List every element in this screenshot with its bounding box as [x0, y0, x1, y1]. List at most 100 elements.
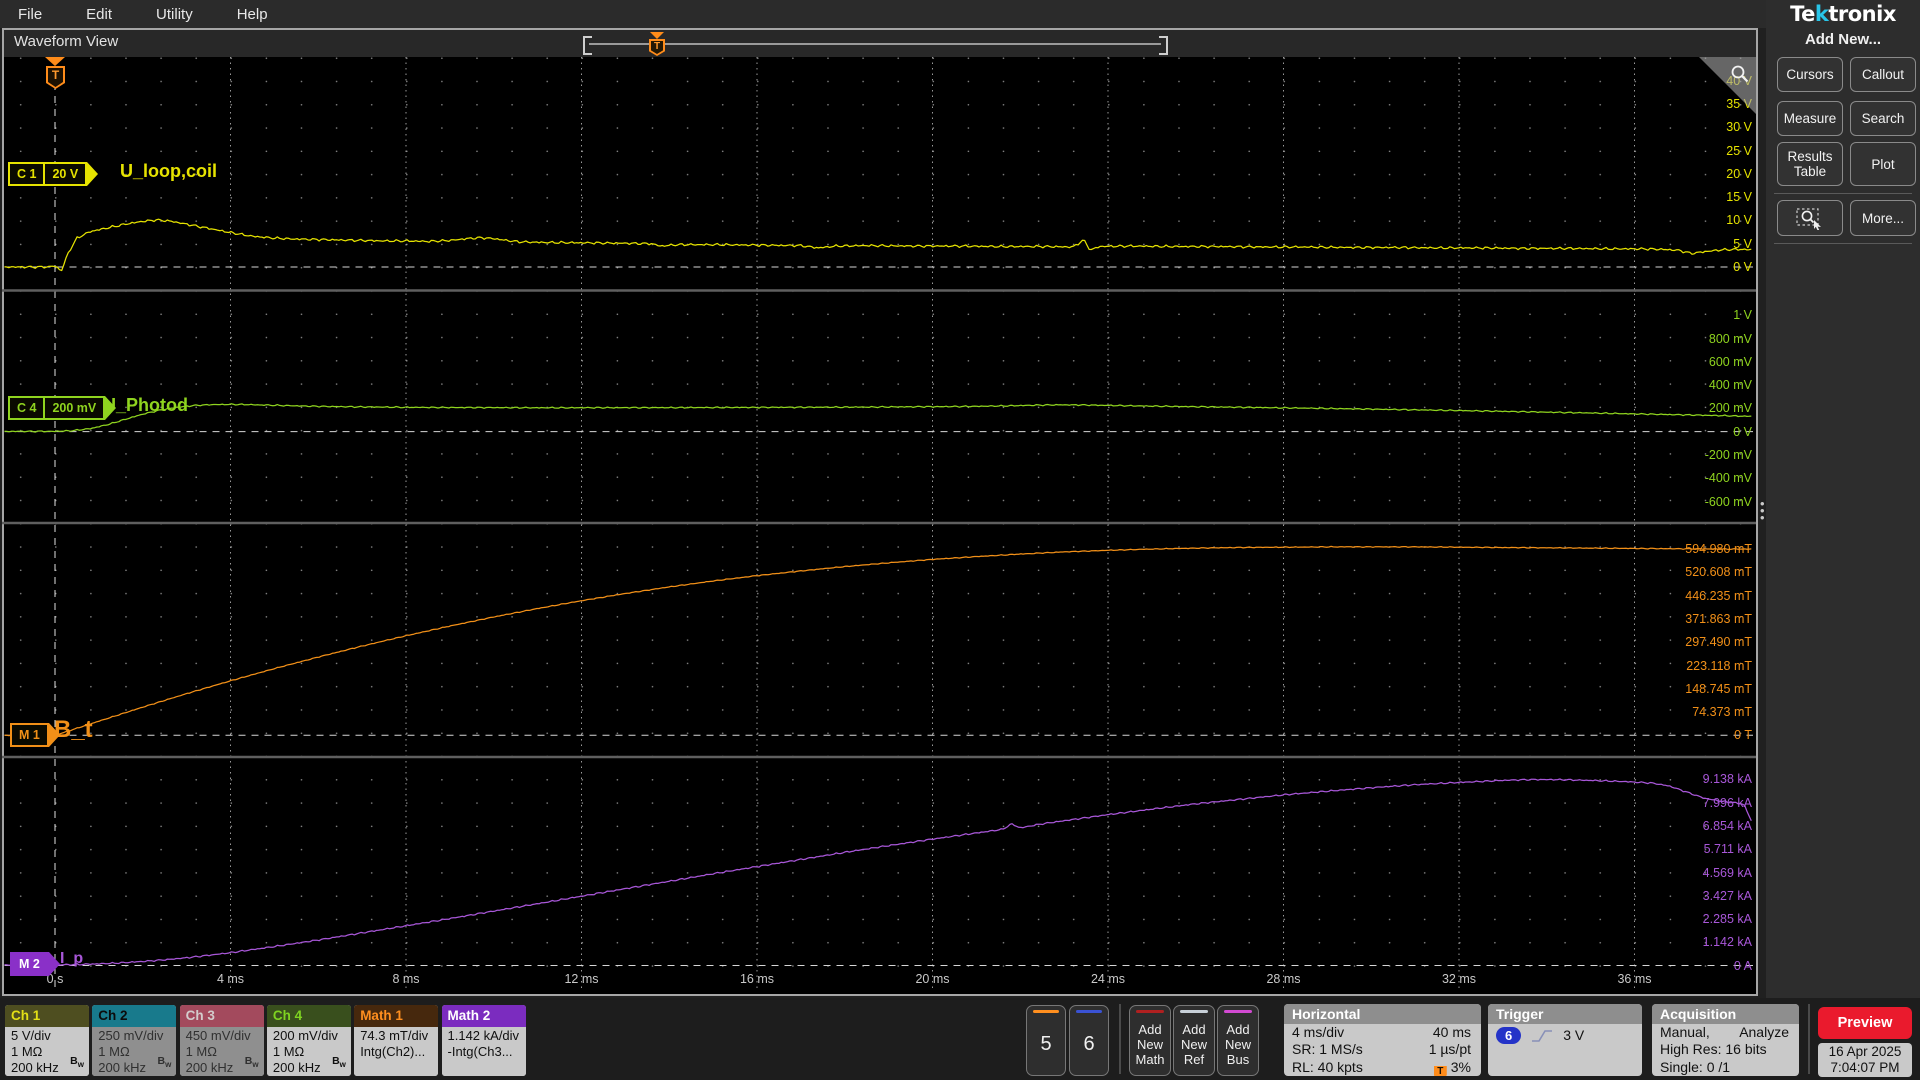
waveform-view-title: Waveform View — [14, 33, 119, 50]
channel-badge-name: Ch 1 — [5, 1005, 89, 1027]
add-math-label: Add New Math — [1135, 1021, 1165, 1067]
m2-badge-label: M 2 — [19, 957, 40, 971]
right-panel: Tektronix Add New... Cursors Callout Mea… — [1766, 0, 1920, 998]
add-new-heading: Add New... — [1804, 31, 1882, 48]
menu-utility[interactable]: Utility — [156, 6, 193, 23]
bandwidth-limit-icon: Bw — [244, 1055, 259, 1070]
panel-resize-handle[interactable]: • • • — [1760, 497, 1765, 524]
channel-badge-math2[interactable]: Math 2 1.142 kA/div -Intg(Ch3... — [441, 1005, 526, 1076]
horizontal-panel[interactable]: Horizontal 4 ms/div 40 ms SR: 1 MS/s 1 µs/… — [1284, 1004, 1481, 1076]
trigger-source-badge: 6 — [1496, 1027, 1522, 1045]
horizontal-scale: 4 ms/div — [1292, 1024, 1345, 1040]
channel-badge-name: Ch 2 — [92, 1005, 177, 1027]
acq-analyze: Analyze — [1739, 1024, 1789, 1040]
acq-single: Single: 0 /1 — [1660, 1058, 1731, 1075]
horizontal-pan-slider[interactable] — [589, 43, 1161, 45]
bandwidth-limit-icon: Bw — [332, 1055, 346, 1070]
c1-badge-arrow — [87, 162, 99, 186]
channel-c4-plot-badge[interactable]: C 4 200 mV — [8, 396, 117, 420]
channel-5-button[interactable]: 5 — [1026, 1005, 1066, 1076]
m2-badge-arrow — [48, 952, 60, 976]
date-text: 16 Apr 2025 — [1828, 1044, 1902, 1059]
cursors-button[interactable]: Cursors — [1777, 57, 1843, 92]
bottom-bar-divider — [1808, 1004, 1810, 1074]
channel-badge-details: 1.142 kA/div -Intg(Ch3... — [441, 1027, 526, 1076]
bottom-bar-divider — [1119, 1004, 1121, 1074]
trigger-pos-icon: T — [1433, 1065, 1447, 1076]
bottom-bar: Ch 15 V/div 1 MΩ 200 kHz Bw Ch 2 250 mV/div 1 … — [0, 998, 1920, 1080]
datetime-display: 16 Apr 2025 7:04:07 PM — [1818, 1043, 1912, 1077]
measure-button[interactable]: Measure — [1777, 101, 1843, 136]
menu-edit[interactable]: Edit — [86, 6, 112, 23]
trace-label-ip: I_p — [60, 950, 84, 967]
acquisition-panel-title: Acquisition — [1652, 1004, 1799, 1024]
math2-plot-badge[interactable]: M 2 — [10, 952, 60, 976]
zoom-select-button[interactable] — [1777, 200, 1843, 236]
trigger-level: 3 V — [1563, 1027, 1585, 1043]
more-button[interactable]: More... — [1850, 200, 1916, 236]
add-new-bus-button[interactable]: Add New Bus — [1217, 1005, 1259, 1076]
slider-trigger-marker-arrow — [650, 32, 664, 39]
add-new-ref-button[interactable]: Add New Ref — [1173, 1005, 1215, 1076]
m1-badge-label: M 1 — [19, 728, 40, 742]
callout-button[interactable]: Callout — [1850, 57, 1916, 92]
menu-bar: File Edit Utility Help — [0, 0, 1782, 28]
panel-separator — [1774, 193, 1912, 194]
menu-help[interactable]: Help — [237, 6, 268, 23]
channel-badge-details: 200 mV/div 1 MΩ 200 kHz Bw — [266, 1027, 351, 1076]
channel-6-label: 6 — [1083, 1032, 1095, 1055]
c4-badge-scale: 200 mV — [43, 398, 103, 418]
channel-6-button[interactable]: 6 — [1069, 1005, 1109, 1076]
acq-highres: High Res: 16 bits — [1660, 1041, 1767, 1058]
trace-label-uloop: U_loop,coil — [120, 161, 218, 181]
add-bus-label: Add New Bus — [1224, 1021, 1251, 1067]
channel-badge-name: Math 1 — [354, 1005, 439, 1027]
channel-badge-details: 450 mV/div 1 MΩ 200 kHz Bw — [179, 1027, 264, 1076]
channel-badge-name: Ch 3 — [179, 1005, 264, 1027]
add-new-math-button[interactable]: Add New Math — [1129, 1005, 1171, 1076]
channel-badge-ch2[interactable]: Ch 2 250 mV/div 1 MΩ 200 kHz Bw — [92, 1005, 177, 1076]
c4-badge-label: C 4 — [17, 401, 37, 415]
bandwidth-limit-icon: Bw — [157, 1055, 172, 1070]
channel-badge-math1[interactable]: Math 1 74.3 mT/div Intg(Ch2)... — [354, 1005, 439, 1076]
bandwidth-limit-icon: Bw — [70, 1055, 84, 1070]
channel-badge-name: Math 2 — [441, 1005, 526, 1027]
plot-button[interactable]: Plot — [1850, 142, 1916, 186]
c1-badge-label: C 1 — [17, 167, 37, 181]
trigger-position-arrow-icon — [45, 57, 65, 66]
menu-file[interactable]: File — [18, 6, 42, 23]
oscilloscope-app: File Edit Utility Help Waveform View T T… — [0, 0, 1920, 1080]
add-ref-label: Add New Ref — [1180, 1021, 1207, 1067]
results-table-button[interactable]: Results Table — [1777, 142, 1843, 186]
slider-left-bracket[interactable] — [583, 36, 592, 55]
tektronix-logo: Tektronix — [1790, 2, 1896, 26]
time-text: 7:04:07 PM — [1830, 1060, 1900, 1075]
zoom-select-icon — [1796, 208, 1821, 230]
horizontal-window: 40 ms — [1432, 1024, 1471, 1040]
horizontal-record-length: RL: 40 kpts — [1292, 1058, 1363, 1075]
channel-badge-ch3[interactable]: Ch 3 450 mV/div 1 MΩ 200 kHz Bw — [179, 1005, 264, 1076]
panel-separator — [1774, 243, 1912, 244]
slider-right-bracket[interactable] — [1159, 36, 1168, 55]
channel-badge-name: Ch 4 — [266, 1005, 351, 1027]
channel-badge-details: 250 mV/div 1 MΩ 200 kHz Bw — [92, 1027, 177, 1076]
channel-c1-plot-badge[interactable]: C 1 20 V — [8, 162, 99, 186]
search-button[interactable]: Search — [1850, 101, 1916, 136]
math1-plot-badge[interactable]: M 1 — [10, 723, 60, 747]
horizontal-resolution: 1 µs/pt — [1428, 1041, 1471, 1058]
trigger-panel-title: Trigger — [1488, 1004, 1642, 1024]
horizontal-panel-title: Horizontal — [1284, 1004, 1481, 1024]
preview-button[interactable]: Preview — [1818, 1007, 1912, 1039]
horizontal-sample-rate: SR: 1 MS/s — [1292, 1041, 1363, 1058]
channel-5-label: 5 — [1040, 1032, 1052, 1055]
channel-badge-ch1[interactable]: Ch 15 V/div 1 MΩ 200 kHz Bw — [5, 1005, 89, 1076]
channel-badge-details: 74.3 mT/div Intg(Ch2)... — [354, 1027, 439, 1076]
c1-badge-scale: 20 V — [43, 164, 85, 184]
acq-mode: Manual, — [1660, 1024, 1710, 1040]
acquisition-panel[interactable]: Acquisition Manual, Analyze High Res: 16 … — [1652, 1004, 1799, 1076]
magnifier-icon — [1731, 65, 1749, 83]
trigger-panel[interactable]: Trigger 6 3 V — [1488, 1004, 1642, 1076]
trace-label-uphotod: U_Photod — [103, 395, 188, 415]
waveform-view — [2, 28, 1758, 996]
channel-badge-ch4[interactable]: Ch 4 200 mV/div 1 MΩ 200 kHz Bw — [266, 1005, 351, 1076]
